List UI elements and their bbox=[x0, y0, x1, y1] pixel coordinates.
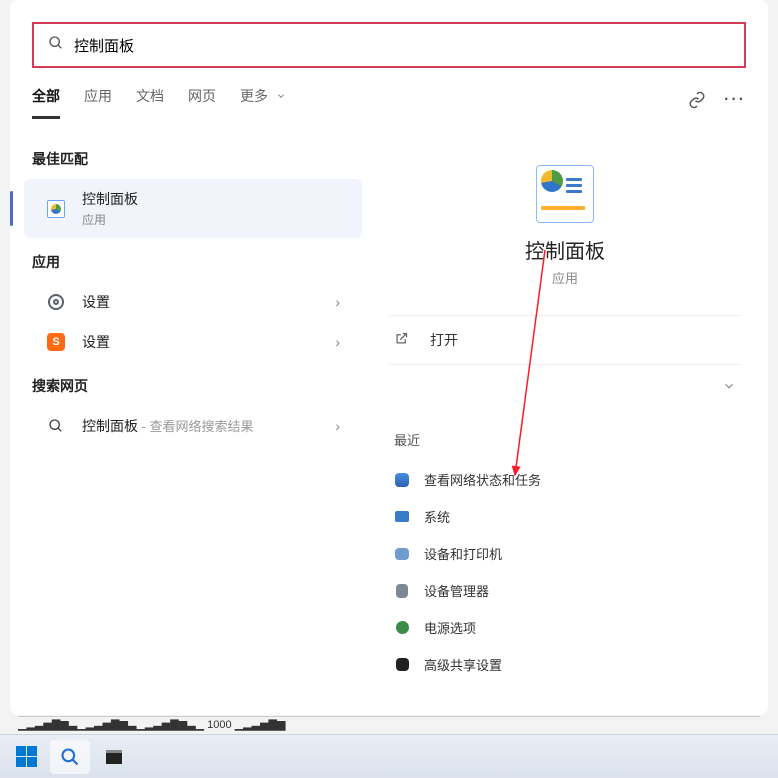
taskbar-search-button[interactable] bbox=[50, 740, 90, 774]
truncated-background-text: ▁▂▃▅▇▆▃▁▂▃▅▇▆▃▁▂▃▅▇▆▃▁ 1000 ▁▂▃▅▇▆ bbox=[18, 716, 760, 732]
sharing-icon bbox=[394, 657, 410, 673]
section-best-match: 最佳匹配 bbox=[10, 135, 370, 179]
preview-header: 控制面板 应用 bbox=[390, 145, 740, 301]
chevron-right-icon: › bbox=[335, 418, 340, 434]
preview-column: 控制面板 应用 打开 最近 查看网络状态和任 bbox=[370, 135, 768, 683]
search-icon bbox=[48, 35, 64, 56]
chevron-right-icon: › bbox=[335, 294, 340, 310]
system-icon bbox=[394, 509, 410, 525]
result-settings-1[interactable]: 设置 › bbox=[24, 282, 362, 322]
filter-row: 全部 应用 文档 网页 更多 ··· bbox=[10, 86, 768, 125]
recent-power-options[interactable]: 电源选项 bbox=[390, 609, 740, 646]
device-manager-icon bbox=[394, 583, 410, 599]
tab-web[interactable]: 网页 bbox=[188, 86, 216, 119]
search-icon bbox=[46, 416, 66, 436]
tab-all[interactable]: 全部 bbox=[32, 86, 60, 119]
recent-advanced-sharing[interactable]: 高级共享设置 bbox=[390, 646, 740, 683]
preview-subtitle: 应用 bbox=[390, 268, 740, 287]
recent-system[interactable]: 系统 bbox=[390, 498, 740, 535]
power-icon bbox=[394, 620, 410, 636]
result-web-search[interactable]: 控制面板 - 查看网络搜索结果 › bbox=[24, 406, 362, 446]
search-input[interactable] bbox=[74, 37, 730, 54]
result-settings-2[interactable]: S 设置 › bbox=[24, 322, 362, 362]
search-bar[interactable] bbox=[32, 22, 746, 68]
recent-network-status[interactable]: 查看网络状态和任务 bbox=[390, 461, 740, 498]
sogou-icon: S bbox=[46, 332, 66, 352]
recent-label: 最近 bbox=[394, 430, 736, 449]
windows-search-panel: 全部 应用 文档 网页 更多 ··· 最佳匹配 控制面板 bbox=[10, 0, 768, 715]
printer-icon bbox=[394, 546, 410, 562]
section-search-web: 搜索网页 bbox=[10, 362, 370, 406]
more-icon[interactable]: ··· bbox=[724, 91, 746, 114]
search-icon bbox=[60, 747, 80, 767]
terminal-icon bbox=[106, 750, 122, 764]
control-panel-icon-large bbox=[536, 165, 594, 223]
gear-icon bbox=[46, 292, 66, 312]
content-columns: 最佳匹配 控制面板 应用 应用 设置 › S 设置 › bbox=[10, 125, 768, 683]
taskbar bbox=[0, 734, 778, 778]
result-control-panel[interactable]: 控制面板 应用 bbox=[24, 179, 362, 238]
tab-documents[interactable]: 文档 bbox=[136, 86, 164, 119]
windows-logo-icon bbox=[16, 746, 37, 767]
recent-devices-printers[interactable]: 设备和打印机 bbox=[390, 535, 740, 572]
open-action[interactable]: 打开 bbox=[390, 316, 740, 364]
taskbar-terminal[interactable] bbox=[94, 740, 134, 774]
start-button[interactable] bbox=[6, 740, 46, 774]
control-panel-icon bbox=[46, 199, 66, 219]
preview-title: 控制面板 bbox=[390, 235, 740, 264]
chevron-down-icon bbox=[722, 379, 736, 396]
recent-device-manager[interactable]: 设备管理器 bbox=[390, 572, 740, 609]
link-icon[interactable] bbox=[688, 91, 706, 114]
chevron-right-icon: › bbox=[335, 334, 340, 350]
open-icon bbox=[394, 331, 414, 349]
tab-more[interactable]: 更多 bbox=[240, 86, 286, 119]
expand-actions[interactable] bbox=[390, 364, 740, 410]
tab-apps[interactable]: 应用 bbox=[84, 86, 112, 119]
network-center-icon bbox=[394, 472, 410, 488]
results-column: 最佳匹配 控制面板 应用 应用 设置 › S 设置 › bbox=[10, 135, 370, 683]
section-apps: 应用 bbox=[10, 238, 370, 282]
